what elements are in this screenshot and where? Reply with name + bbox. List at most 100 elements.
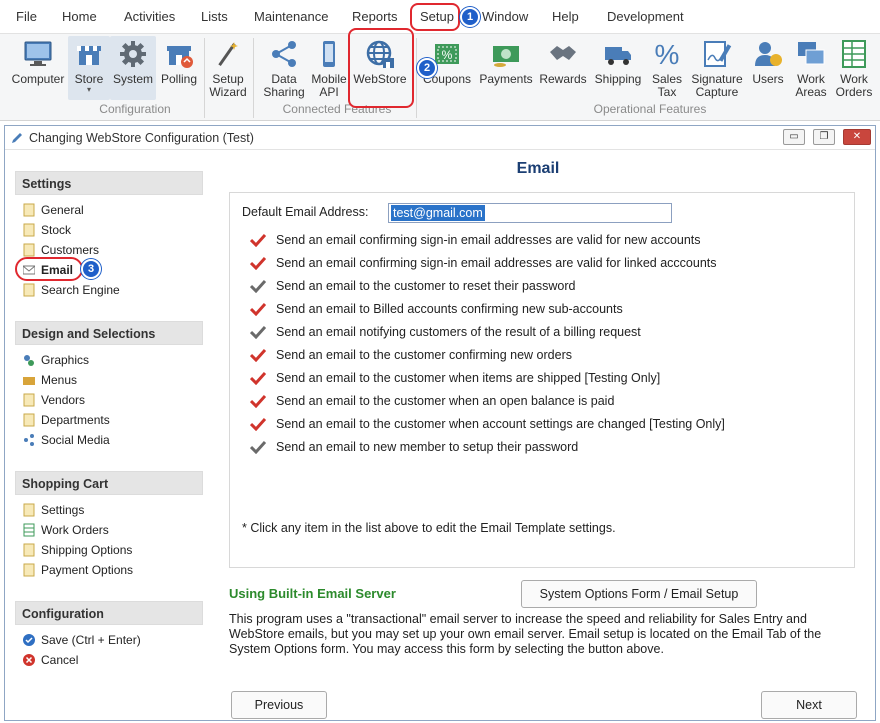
menu-file[interactable]: File	[10, 0, 43, 33]
default-email-field[interactable]: test@gmail.com	[388, 203, 672, 223]
settings-panel-title: Settings	[15, 171, 203, 195]
menu-home[interactable]: Home	[56, 0, 103, 33]
next-button[interactable]: Next	[761, 691, 857, 719]
setup-wizard-label: Setup Wizard	[209, 72, 247, 99]
nav-stock-label: Stock	[41, 223, 72, 237]
cart-panel: Shopping Cart Settings Work Orders Shipp…	[15, 471, 203, 587]
signature-capture-button[interactable]: Signature Capture	[688, 36, 746, 100]
handshake-icon	[550, 46, 576, 60]
close-button[interactable]: ✕	[843, 129, 871, 145]
builtin-description: This program uses a "transactional" emai…	[229, 612, 822, 656]
nav-stock[interactable]: Stock	[15, 220, 203, 240]
email-option-label: Send an email to Billed accounts confirm…	[276, 302, 623, 316]
email-option-row[interactable]: Send an email confirming sign-in email a…	[250, 253, 717, 273]
payments-label: Payments	[479, 72, 533, 86]
callout-badge-3: 3	[81, 259, 101, 279]
nav-cart-settings[interactable]: Settings	[15, 500, 203, 520]
minimize-button[interactable]: ▭	[783, 129, 805, 145]
svg-text:%: %	[655, 39, 680, 70]
checkmark-icon	[250, 371, 266, 385]
menu-window[interactable]: Window	[476, 0, 534, 33]
computer-button[interactable]: Computer	[6, 36, 70, 100]
nav-graphics[interactable]: Graphics	[15, 350, 203, 370]
users-button[interactable]: Users	[746, 36, 790, 100]
mobile-icon	[323, 41, 335, 67]
mobile-api-label: Mobile API	[311, 72, 347, 99]
nav-cancel[interactable]: Cancel	[15, 650, 203, 670]
previous-button[interactable]: Previous	[231, 691, 327, 719]
data-sharing-button[interactable]: Data Sharing	[258, 36, 310, 100]
menu-lists[interactable]: Lists	[195, 0, 234, 33]
polling-label: Polling	[160, 72, 198, 86]
email-option-row[interactable]: Send an email to the customer when accou…	[250, 414, 725, 434]
callout-badge-2: 2	[417, 58, 437, 78]
work-areas-button[interactable]: Work Areas	[790, 36, 832, 100]
nav-departments[interactable]: Departments	[15, 410, 203, 430]
nav-save-label: Save (Ctrl + Enter)	[41, 633, 141, 647]
share-icon	[272, 41, 296, 67]
email-option-row[interactable]: Send an email confirming sign-in email a…	[250, 230, 701, 250]
menu-help[interactable]: Help	[546, 0, 585, 33]
menu-activities[interactable]: Activities	[118, 0, 181, 33]
nav-menus[interactable]: Menus	[15, 370, 203, 390]
email-option-label: Send an email to the customer when items…	[276, 371, 661, 385]
signature-capture-label: Signature Capture	[691, 72, 743, 99]
nav-social-media[interactable]: Social Media	[15, 430, 203, 450]
group-operational-features: Operational Features	[593, 102, 707, 116]
email-option-row[interactable]: Send an email to Billed accounts confirm…	[250, 299, 623, 319]
checkmark-icon	[250, 440, 266, 454]
email-option-label: Send an email notifying customers of the…	[276, 325, 641, 339]
nav-general[interactable]: General	[15, 200, 203, 220]
menu-development[interactable]: Development	[601, 0, 690, 33]
store-dropdown-icon[interactable]: ▾	[68, 86, 110, 94]
nav-shipping-options[interactable]: Shipping Options	[15, 540, 203, 560]
nav-customers-label: Customers	[41, 243, 100, 257]
email-option-row[interactable]: Send an email to the customer when an op…	[250, 391, 614, 411]
users-label: Users	[752, 72, 784, 86]
data-sharing-label: Data Sharing	[263, 72, 305, 99]
computer-icon	[24, 41, 52, 66]
email-option-row[interactable]: Send an email to new member to setup the…	[250, 437, 578, 457]
nav-search-engine[interactable]: Search Engine	[15, 280, 203, 300]
work-orders-button[interactable]: Work Orders	[832, 36, 876, 100]
restore-button[interactable]: ❐	[813, 129, 835, 145]
nav-work-orders[interactable]: Work Orders	[15, 520, 203, 540]
page-icon	[23, 243, 35, 257]
email-option-row[interactable]: Send an email notifying customers of the…	[250, 322, 641, 342]
nav-cancel-label: Cancel	[41, 653, 79, 667]
checkmark-icon	[250, 279, 266, 293]
checkmark-icon	[250, 233, 266, 247]
email-option-row[interactable]: Send an email to the customer to reset t…	[250, 276, 575, 296]
system-options-button[interactable]: System Options Form / Email Setup	[521, 580, 757, 608]
email-option-label: Send an email to the customer to reset t…	[276, 279, 576, 293]
checkmark-icon	[250, 394, 266, 408]
page-icon	[23, 283, 35, 297]
checkmark-icon	[250, 417, 266, 431]
page-icon	[23, 393, 35, 407]
mobile-api-button[interactable]: Mobile API	[308, 36, 350, 100]
money-icon	[493, 46, 519, 67]
page-icon	[23, 543, 35, 557]
nav-payment-options[interactable]: Payment Options	[15, 560, 203, 580]
polling-icon	[167, 46, 193, 68]
system-button[interactable]: System	[110, 36, 156, 100]
setup-wizard-button[interactable]: Setup Wizard	[206, 36, 250, 100]
sales-tax-button[interactable]: % Sales Tax	[646, 36, 688, 100]
email-option-row[interactable]: Send an email to the customer confirming…	[250, 345, 572, 365]
polling-button[interactable]: Polling	[156, 36, 202, 100]
nav-payment-options-label: Payment Options	[41, 563, 134, 577]
shipping-button[interactable]: Shipping	[590, 36, 646, 100]
nav-vendors-label: Vendors	[41, 393, 86, 407]
nav-vendors[interactable]: Vendors	[15, 390, 203, 410]
default-email-value: test@gmail.com	[391, 205, 485, 221]
percent-icon: %	[655, 39, 680, 70]
payments-button[interactable]: Payments	[476, 36, 536, 100]
store-button[interactable]: Store ▾	[68, 36, 110, 100]
rewards-button[interactable]: Rewards	[536, 36, 590, 100]
checkmark-icon	[250, 302, 266, 316]
window-title: Changing WebStore Configuration (Test)	[29, 131, 254, 145]
webstore-highlight	[348, 28, 414, 108]
menu-maintenance[interactable]: Maintenance	[248, 0, 334, 33]
email-option-row[interactable]: Send an email to the customer when items…	[250, 368, 660, 388]
nav-save[interactable]: Save (Ctrl + Enter)	[15, 630, 203, 650]
